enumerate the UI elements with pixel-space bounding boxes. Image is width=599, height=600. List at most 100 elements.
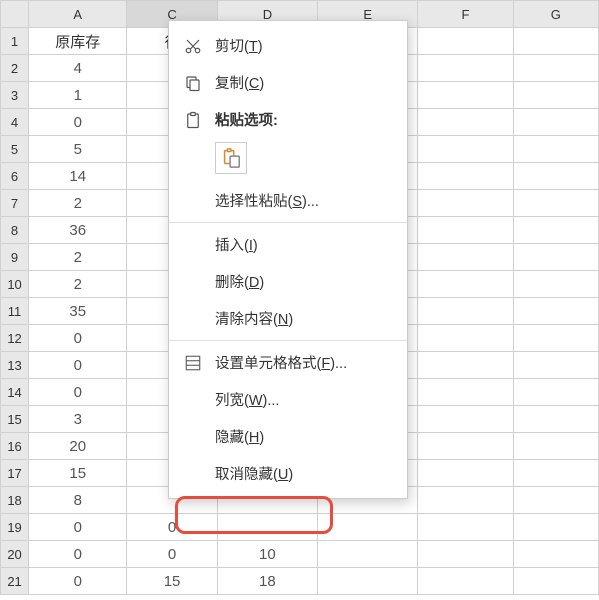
cell[interactable] [418,217,513,244]
cell[interactable] [513,271,598,298]
cell[interactable] [513,82,598,109]
cell[interactable]: 0 [29,352,127,379]
cell[interactable] [418,271,513,298]
cell[interactable] [513,379,598,406]
row-header[interactable]: 20 [1,541,29,568]
cell[interactable]: 0 [127,514,217,541]
cell[interactable]: 0 [29,541,127,568]
cell[interactable] [418,460,513,487]
cell[interactable] [418,136,513,163]
cell[interactable] [513,487,598,514]
cell[interactable]: 0 [29,109,127,136]
cell[interactable] [513,514,598,541]
menu-clear[interactable]: 清除内容(N) [169,300,407,337]
menu-paste-special[interactable]: 选择性粘贴(S)... [169,182,407,219]
row-header[interactable]: 11 [1,298,29,325]
cell[interactable]: 2 [29,271,127,298]
menu-col-width[interactable]: 列宽(W)... [169,381,407,418]
cell[interactable] [513,28,598,55]
col-header-f[interactable]: F [418,1,513,28]
menu-unhide[interactable]: 取消隐藏(U) [169,455,407,492]
cell[interactable]: 0 [29,568,127,595]
cell[interactable] [217,514,317,541]
cell[interactable] [513,163,598,190]
row-header[interactable]: 6 [1,163,29,190]
col-header-a[interactable]: A [29,1,127,28]
cell[interactable] [513,109,598,136]
row-header[interactable]: 18 [1,487,29,514]
cell[interactable] [513,217,598,244]
cell[interactable]: 5 [29,136,127,163]
cell[interactable] [513,541,598,568]
menu-insert[interactable]: 插入(I) [169,226,407,263]
row-header[interactable]: 14 [1,379,29,406]
cell[interactable] [418,244,513,271]
cell[interactable] [418,487,513,514]
row-header[interactable]: 3 [1,82,29,109]
cell[interactable] [318,514,418,541]
row-header[interactable]: 4 [1,109,29,136]
cell[interactable] [418,568,513,595]
cell[interactable]: 原库存 [29,28,127,55]
cell[interactable]: 2 [29,190,127,217]
cell[interactable]: 18 [217,568,317,595]
menu-format-cells[interactable]: 设置单元格格式(F)... [169,344,407,381]
cell[interactable] [418,352,513,379]
cell[interactable] [418,406,513,433]
cell[interactable]: 3 [29,406,127,433]
cell[interactable] [513,568,598,595]
cell[interactable] [418,541,513,568]
cell[interactable]: 10 [217,541,317,568]
row-header[interactable]: 9 [1,244,29,271]
row-header[interactable]: 10 [1,271,29,298]
cell[interactable] [318,568,418,595]
cell[interactable]: 1 [29,82,127,109]
cell[interactable]: 20 [29,433,127,460]
row-header[interactable]: 17 [1,460,29,487]
row-header[interactable]: 12 [1,325,29,352]
cell[interactable]: 0 [127,541,217,568]
cell[interactable] [513,298,598,325]
row-header[interactable]: 16 [1,433,29,460]
cell[interactable] [513,352,598,379]
cell[interactable] [513,406,598,433]
cell[interactable] [513,460,598,487]
cell[interactable]: 0 [29,379,127,406]
row-header[interactable]: 13 [1,352,29,379]
cell[interactable] [513,244,598,271]
cell[interactable] [418,109,513,136]
cell[interactable]: 0 [29,325,127,352]
row-header[interactable]: 15 [1,406,29,433]
cell[interactable] [513,433,598,460]
cell[interactable]: 35 [29,298,127,325]
cell[interactable] [418,163,513,190]
row-header[interactable]: 5 [1,136,29,163]
cell[interactable] [513,325,598,352]
cell[interactable]: 0 [29,514,127,541]
select-all-corner[interactable] [1,1,29,28]
cell[interactable]: 36 [29,217,127,244]
cell[interactable]: 14 [29,163,127,190]
cell[interactable] [418,82,513,109]
cell[interactable] [418,379,513,406]
cell[interactable] [418,514,513,541]
cell[interactable] [418,298,513,325]
cell[interactable] [418,28,513,55]
cell[interactable]: 8 [29,487,127,514]
row-header[interactable]: 7 [1,190,29,217]
cell[interactable] [418,190,513,217]
menu-hide[interactable]: 隐藏(H) [169,418,407,455]
cell[interactable] [418,325,513,352]
cell[interactable] [513,136,598,163]
cell[interactable] [513,55,598,82]
cell[interactable]: 15 [29,460,127,487]
cell[interactable] [418,433,513,460]
menu-cut[interactable]: 剪切(T) [169,27,407,64]
menu-copy[interactable]: 复制(C) [169,64,407,101]
cell[interactable]: 15 [127,568,217,595]
row-header[interactable]: 1 [1,28,29,55]
menu-delete[interactable]: 删除(D) [169,263,407,300]
row-header[interactable]: 2 [1,55,29,82]
cell[interactable] [513,190,598,217]
cell[interactable] [318,541,418,568]
